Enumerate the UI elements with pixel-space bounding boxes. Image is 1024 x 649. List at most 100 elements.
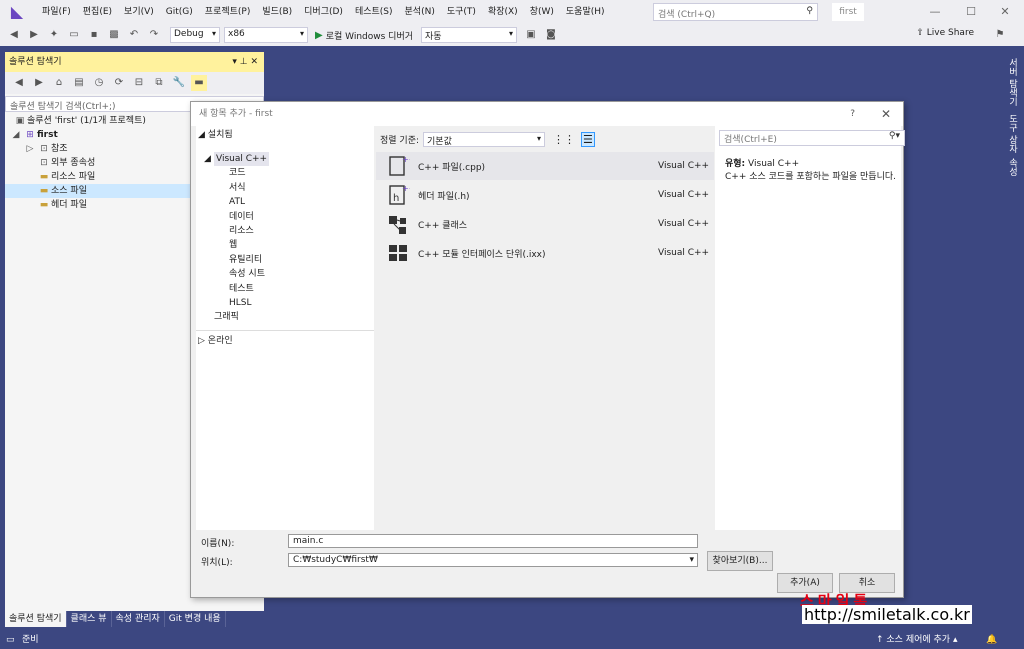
menu-file[interactable]: 파일(F) (36, 0, 77, 24)
run-mode-value: 자동 (425, 32, 442, 42)
close-window-icon[interactable]: ✕ (990, 0, 1020, 24)
menu-edit[interactable]: 편집(E) (77, 0, 118, 24)
template-name: C++ 파일(.cpp) (418, 162, 486, 173)
template-item-cpp-file[interactable]: ++ C++ 파일(.cpp) Visual C++ (376, 152, 714, 180)
tree-item-label: 소스 파일 (51, 186, 87, 196)
close-icon[interactable]: ✕ (881, 102, 891, 126)
category-code[interactable]: 코드 (229, 166, 246, 180)
undo-icon[interactable]: ↶ (126, 27, 142, 43)
tab-solution-explorer[interactable]: 솔루션 탐색기 (5, 611, 67, 627)
name-input[interactable]: main.c (288, 534, 698, 548)
show-all-icon[interactable]: ⧉ (151, 75, 167, 91)
category-data[interactable]: 데이터 (229, 210, 254, 224)
menu-analyze[interactable]: 분석(N) (399, 0, 441, 24)
run-debugger-button[interactable]: 로컬 Windows 디버거 (326, 29, 413, 42)
tab-toolbox[interactable]: 도구 상자 (1006, 114, 1019, 153)
template-search-input[interactable]: 검색(Ctrl+E) ⚲▾ (719, 130, 905, 146)
new-item-icon[interactable]: ✦ (46, 27, 62, 43)
location-dropdown[interactable]: C:₩studyC₩first₩ ▾ (288, 553, 698, 567)
menu-debug[interactable]: 디버그(D) (298, 0, 349, 24)
svg-text:++: ++ (402, 184, 410, 193)
forward-icon[interactable]: ▶ (26, 27, 42, 43)
category-test[interactable]: 테스트 (229, 282, 254, 296)
forward-icon[interactable]: ▶ (31, 75, 47, 91)
category-hlsl[interactable]: HLSL (229, 296, 252, 310)
list-view-icon[interactable]: ☰ (581, 131, 595, 147)
tab-properties[interactable]: 속성 (1006, 158, 1019, 176)
feedback-icon[interactable]: ⚑ (992, 27, 1008, 43)
panel-controls-icon[interactable]: ▾ ⊥ ✕ (232, 52, 258, 72)
help-button[interactable]: ? (850, 102, 855, 126)
menu-help[interactable]: 도움말(H) (560, 0, 611, 24)
category-online[interactable]: ▷ 온라인 (198, 334, 233, 348)
folder-icon[interactable]: ▣ (523, 27, 539, 43)
collapse-all-icon[interactable]: ⊟ (131, 75, 147, 91)
chevron-down-icon: ▾ (689, 555, 694, 565)
tree-item-label: 솔루션 'first' (1/1개 프로젝트) (27, 116, 146, 126)
template-item-header-file[interactable]: h++ 헤더 파일(.h) Visual C++ (376, 181, 714, 209)
category-atl[interactable]: ATL (229, 195, 245, 209)
filter-folder-icon: ▬ (39, 172, 49, 182)
tab-git-changes[interactable]: Git 변경 내용 (165, 611, 226, 627)
references-icon: ⊡ (40, 144, 48, 154)
header-file-icon: h++ (386, 183, 415, 207)
menu-view[interactable]: 보기(V) (118, 0, 160, 24)
tab-property-manager[interactable]: 속성 관리자 (112, 611, 165, 627)
filter-folder-icon: ▬ (39, 200, 49, 210)
maximize-icon[interactable]: ☐ (956, 0, 986, 24)
menu-tools[interactable]: 도구(T) (441, 0, 482, 24)
bottom-tab-strip: 솔루션 탐색기 클래스 뷰 속성 관리자 Git 변경 내용 (5, 611, 264, 627)
template-item-cpp-class[interactable]: C++ 클래스 Visual C++ (376, 210, 714, 238)
run-mode-dropdown[interactable]: 자동 ▾ (421, 27, 517, 43)
sort-dropdown[interactable]: 기본값 ▾ (423, 131, 546, 147)
redo-icon[interactable]: ↷ (146, 27, 162, 43)
screenshot-icon[interactable]: ◙ (543, 27, 559, 43)
grid-view-icon[interactable]: ⋮⋮ (553, 133, 575, 146)
template-item-module-interface[interactable]: C++ 모듈 인터페이스 단위(.ixx) Visual C++ (376, 239, 714, 267)
config-dropdown[interactable]: Debug ▾ (170, 27, 220, 43)
menu-window[interactable]: 창(W) (524, 0, 560, 24)
tab-server-explorer[interactable]: 서버 탐색기 (1006, 58, 1019, 106)
source-control-button[interactable]: ↑ 소스 제어에 추가 ▴ (876, 632, 957, 649)
save-icon[interactable]: ▪ (86, 27, 102, 43)
platform-dropdown[interactable]: x86 ▾ (224, 27, 308, 43)
live-share-button[interactable]: ⇧ Live Share (916, 28, 974, 38)
menu-build[interactable]: 빌드(B) (256, 0, 298, 24)
template-name: C++ 모듈 인터페이스 단위(.ixx) (418, 249, 546, 260)
category-graphics[interactable]: 그래픽 (214, 310, 239, 324)
chevron-down-icon: ▾ (299, 29, 304, 38)
category-tree: ◢ 설치됨 ◢ Visual C++ 코드 서식 ATL 데이터 리소스 웹 유… (196, 126, 374, 530)
minimize-icon[interactable]: — (920, 0, 950, 24)
preview-icon[interactable]: ▬ (191, 75, 207, 91)
browse-button[interactable]: 찾아보기(B)... (707, 551, 773, 571)
home-icon[interactable]: ⌂ (51, 75, 67, 91)
back-icon[interactable]: ◀ (11, 75, 27, 91)
search-placeholder: 검색 (Ctrl+Q) (658, 10, 716, 20)
category-format[interactable]: 서식 (229, 181, 246, 195)
category-resource[interactable]: 리소스 (229, 224, 254, 238)
category-visual-cpp[interactable]: Visual C++ (214, 152, 270, 167)
save-all-icon[interactable]: ▩ (106, 27, 122, 43)
history-icon[interactable]: ◷ (91, 75, 107, 91)
properties-wrench-icon[interactable]: 🔧 (171, 75, 187, 91)
play-icon[interactable]: ▶ (315, 30, 323, 41)
template-list-pane: 정렬 기준: 기본값 ▾ ⋮⋮ ☰ ++ C++ 파일(.cpp) Visual … (376, 126, 714, 530)
switch-views-icon[interactable]: ▤ (71, 75, 87, 91)
sync-icon[interactable]: ⟳ (111, 75, 127, 91)
menu-project[interactable]: 프로젝트(P) (199, 0, 257, 24)
menu-git[interactable]: Git(G) (160, 0, 199, 24)
cpp-file-icon: ++ (386, 154, 415, 178)
menu-extensions[interactable]: 확장(X) (482, 0, 524, 24)
category-installed[interactable]: ◢ 설치됨 (198, 128, 233, 142)
open-folder-icon[interactable]: ▭ (66, 27, 82, 43)
category-utility[interactable]: 유틸리티 (229, 253, 262, 267)
notification-bell-icon[interactable]: 🔔 (986, 632, 997, 649)
category-property-sheet[interactable]: 속성 시트 (229, 267, 265, 281)
menu-test[interactable]: 테스트(S) (349, 0, 399, 24)
expand-arrow-icon[interactable]: ◢ (204, 152, 211, 166)
category-web[interactable]: 웹 (229, 238, 237, 252)
back-icon[interactable]: ◀ (6, 27, 22, 43)
tab-class-view[interactable]: 클래스 뷰 (67, 611, 112, 627)
global-search-input[interactable]: 검색 (Ctrl+Q) ⚲ (653, 3, 818, 21)
expand-arrow-icon: ◢ (12, 130, 20, 140)
